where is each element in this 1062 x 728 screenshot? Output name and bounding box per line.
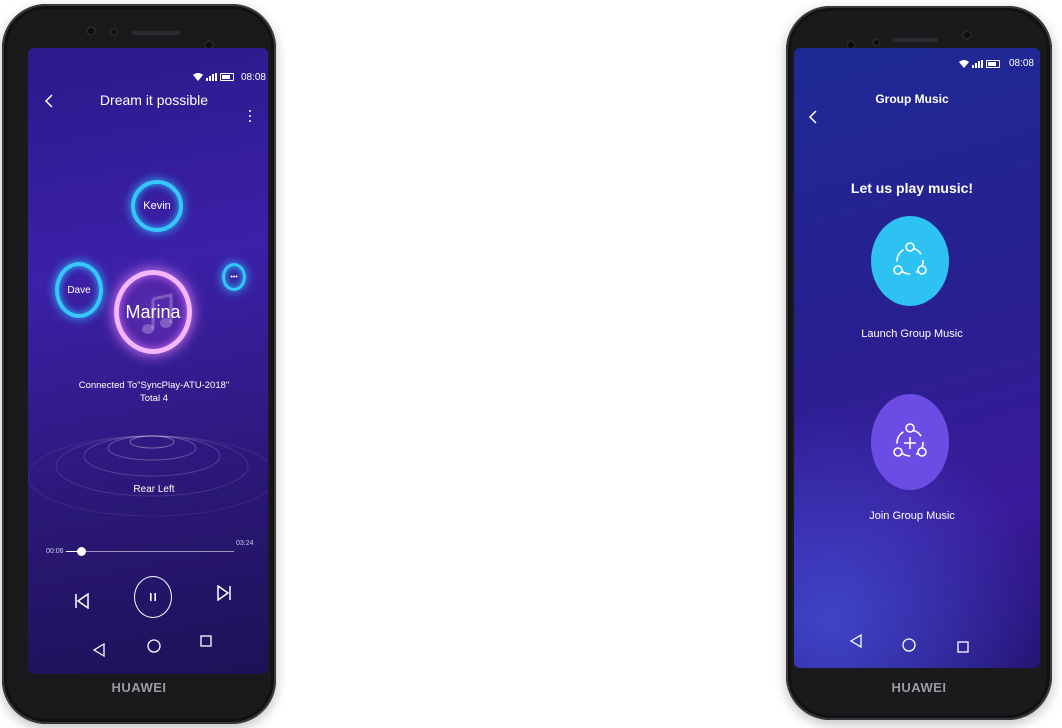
speaker-position-label: Rear Left — [133, 484, 175, 495]
nav-home-icon[interactable] — [902, 638, 916, 652]
device-count-text: Total 4 — [140, 393, 168, 404]
phone-right: 08:08 Group Music Let us play music! Lau… — [786, 6, 1052, 720]
nav-recents-icon[interactable] — [957, 641, 969, 653]
brand-logo: HUAWEI — [111, 680, 167, 695]
headline: Let us play music! — [850, 180, 974, 196]
front-camera — [872, 38, 881, 47]
back-icon[interactable] — [808, 110, 818, 124]
pause-icon — [150, 593, 156, 601]
next-icon[interactable] — [216, 585, 232, 601]
brand-logo: HUAWEI — [891, 680, 947, 695]
status-time: 08:08 — [240, 72, 266, 83]
status-icons — [959, 60, 1000, 68]
wifi-icon — [959, 60, 969, 68]
device-bubble-kevin[interactable]: Kevin — [131, 180, 183, 232]
connection-text: Connected To"SyncPlay-ATU-2018" — [78, 380, 230, 391]
share-network-icon — [893, 242, 927, 275]
pause-button[interactable] — [134, 576, 172, 618]
signal-icon — [972, 60, 983, 68]
device-name: Marina — [125, 301, 181, 322]
previous-icon[interactable] — [74, 593, 90, 609]
device-name: Dave — [67, 284, 91, 296]
more-menu-icon[interactable] — [249, 110, 251, 122]
sensor-dot — [962, 30, 972, 40]
screen-title: Group Music — [875, 92, 949, 106]
earpiece — [892, 38, 938, 42]
join-label: Join Group Music — [869, 510, 955, 522]
nav-recents-icon[interactable] — [200, 635, 212, 647]
nav-home-icon[interactable] — [147, 639, 161, 653]
speaker-ripple-graphic — [28, 435, 268, 516]
progress-thumb[interactable] — [77, 547, 87, 556]
nav-back-icon[interactable] — [850, 634, 862, 648]
status-time: 08:08 — [1008, 58, 1034, 69]
phone-left: 08:08 Dream it possible Kevin Dave ••• M… — [2, 4, 276, 724]
signal-icon — [206, 73, 217, 81]
device-name: ••• — [230, 273, 238, 281]
device-bubble-dave[interactable]: Dave — [55, 262, 103, 318]
front-camera — [110, 28, 118, 36]
launch-group-music-button[interactable] — [871, 216, 949, 306]
nav-back-icon[interactable] — [93, 643, 105, 657]
battery-icon — [220, 73, 234, 81]
elapsed-time: 00:06 — [46, 548, 64, 555]
earpiece — [132, 31, 180, 35]
sensor-dot — [86, 26, 96, 36]
wifi-icon — [193, 73, 203, 81]
total-time: 03:24 — [236, 540, 254, 547]
device-bubble-small[interactable]: ••• — [222, 263, 246, 291]
music-player-screen: 08:08 Dream it possible Kevin Dave ••• M… — [28, 48, 268, 674]
status-icons — [193, 73, 234, 81]
device-bubble-marina[interactable]: Marina — [114, 270, 192, 354]
device-name: Kevin — [143, 200, 171, 212]
battery-icon — [986, 60, 1000, 68]
song-title: Dream it possible — [99, 92, 209, 108]
join-group-music-button[interactable] — [871, 394, 949, 490]
join-network-icon — [893, 423, 927, 457]
progress-track[interactable] — [66, 547, 234, 556]
group-music-screen: 08:08 Group Music Let us play music! Lau… — [794, 48, 1040, 668]
launch-label: Launch Group Music — [861, 328, 963, 340]
